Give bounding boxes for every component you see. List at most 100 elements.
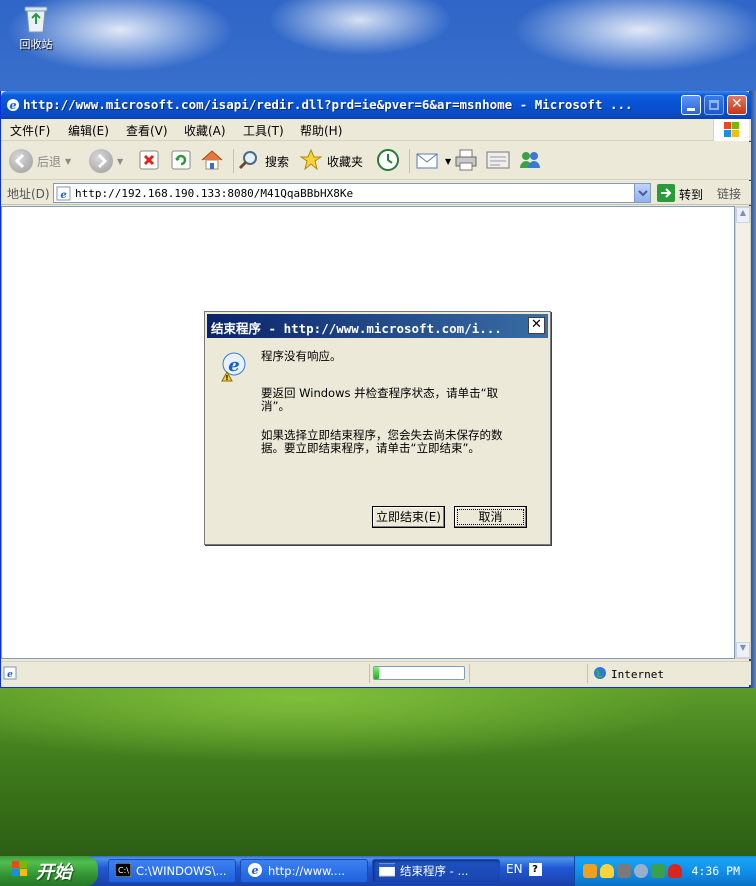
forward-button[interactable]: ▼: [89, 148, 123, 174]
start-button[interactable]: 开始: [0, 856, 98, 886]
dialog-message-line1: 程序没有响应。: [261, 349, 342, 363]
security-zone[interactable]: Internet: [593, 666, 664, 683]
toolbar-separator: [233, 148, 234, 174]
refresh-button[interactable]: [170, 148, 192, 174]
security-shield-icon[interactable]: [600, 864, 614, 878]
maximize-icon: [709, 100, 719, 110]
zone-label: Internet: [611, 668, 664, 681]
address-dropdown-button[interactable]: [634, 184, 650, 202]
printer-icon: [453, 148, 479, 175]
home-icon: [200, 148, 224, 175]
progress-bar: [373, 666, 465, 680]
scroll-down-icon[interactable]: ▼: [736, 642, 750, 658]
start-label: 开始: [36, 862, 72, 883]
sync-icon[interactable]: [651, 864, 665, 878]
window-icon: [378, 863, 396, 880]
forward-arrow-icon: [89, 149, 113, 173]
history-icon: [375, 147, 401, 176]
volume-icon[interactable]: [634, 864, 648, 878]
ie-icon: e: [5, 97, 21, 113]
menu-favorites[interactable]: 收藏(A): [184, 122, 226, 139]
recycle-bin-icon: [23, 4, 49, 34]
back-label: 后退: [37, 154, 62, 169]
page-icon: e: [56, 186, 71, 201]
help-icon[interactable]: ?: [528, 862, 542, 876]
recycle-bin-shortcut[interactable]: 回收站: [14, 4, 58, 52]
ie-warning-icon: e!: [219, 350, 249, 382]
language-label: EN: [506, 862, 523, 876]
messenger-icon: [517, 148, 543, 175]
desktop-wallpaper-hill: [0, 688, 756, 858]
address-url: http://192.168.190.133:8080/M41QqaBBbHX8…: [75, 187, 354, 200]
favorites-button[interactable]: 收藏夹: [299, 148, 363, 174]
clock[interactable]: 4:36 PM: [692, 864, 740, 878]
task-end-program[interactable]: 结束程序 - ...: [372, 859, 500, 883]
edit-document-icon: [485, 148, 511, 175]
menu-help[interactable]: 帮助(H): [300, 122, 342, 139]
svg-text:e: e: [252, 864, 259, 877]
search-icon: [237, 148, 261, 175]
task-ie-label: http://www....: [268, 864, 346, 878]
favorites-label: 收藏夹: [327, 154, 364, 169]
minimize-icon: [687, 108, 695, 111]
windows-flag-icon: [10, 859, 30, 884]
maximize-button[interactable]: [704, 95, 724, 115]
home-button[interactable]: [200, 148, 224, 174]
menu-bar: 文件(F) 编辑(E) 查看(V) 收藏(A) 工具(T) 帮助(H): [1, 119, 751, 141]
svg-text:e: e: [7, 670, 13, 680]
status-divider: [587, 664, 588, 683]
window-titlebar[interactable]: e http://www.microsoft.com/isapi/redir.d…: [1, 91, 751, 119]
svg-text:C:\: C:\: [118, 866, 129, 875]
scroll-up-icon[interactable]: ▲: [736, 207, 750, 223]
progress-fill: [374, 667, 379, 679]
windows-logo-icon: [713, 119, 749, 141]
address-input[interactable]: e http://192.168.190.133:8080/M41QqaBBbH…: [53, 183, 651, 203]
svg-text:e: e: [60, 190, 66, 201]
dialog-close-button[interactable]: ✕: [528, 317, 545, 334]
vmware-icon[interactable]: [617, 864, 631, 878]
forward-dropdown-icon: ▼: [117, 156, 124, 166]
stop-icon: [138, 149, 160, 174]
links-button[interactable]: 链接: [717, 185, 741, 202]
network-icon[interactable]: [583, 864, 597, 878]
edit-button[interactable]: [485, 148, 511, 174]
system-tray: 4:36 PM: [574, 856, 756, 886]
search-button[interactable]: 搜索: [237, 148, 289, 174]
language-bar[interactable]: EN ?: [506, 862, 542, 876]
standard-toolbar: 后退 ▼ ▼ 搜索 收藏夹 ▼: [1, 142, 751, 180]
task-ie[interactable]: e http://www....: [240, 859, 368, 883]
cmd-icon: C:\: [114, 862, 132, 880]
messenger-button[interactable]: [517, 148, 543, 174]
end-now-button[interactable]: 立即结束(E): [372, 506, 445, 528]
mail-button[interactable]: ▼: [415, 148, 451, 174]
menu-view[interactable]: 查看(V): [126, 122, 168, 139]
print-button[interactable]: [453, 148, 479, 174]
mail-dropdown-icon: ▼: [445, 156, 452, 166]
back-arrow-icon: [9, 149, 33, 173]
menu-file[interactable]: 文件(F): [10, 122, 50, 139]
go-label: 转到: [679, 188, 704, 202]
stop-button[interactable]: [138, 148, 160, 174]
status-divider: [369, 664, 370, 683]
cancel-button[interactable]: 取消: [454, 506, 527, 528]
search-label: 搜索: [265, 154, 290, 169]
go-arrow-icon: [657, 184, 675, 205]
vertical-scrollbar[interactable]: ▲ ▼: [735, 206, 751, 659]
menu-edit[interactable]: 编辑(E): [68, 122, 109, 139]
svg-text:!: !: [225, 374, 228, 382]
end-program-dialog: 结束程序 - http://www.microsoft.com/i... ✕ e…: [204, 311, 551, 545]
history-button[interactable]: [375, 148, 401, 174]
recycle-bin-label: 回收站: [19, 38, 53, 51]
go-button[interactable]: 转到: [657, 184, 703, 205]
alert-shield-icon[interactable]: [668, 864, 682, 878]
back-button[interactable]: 后退 ▼: [9, 148, 71, 174]
dialog-title: 结束程序 - http://www.microsoft.com/i...: [211, 321, 502, 336]
menu-tools[interactable]: 工具(T): [243, 122, 284, 139]
task-cmd[interactable]: C:\ C:\WINDOWS\...: [108, 859, 236, 883]
dialog-titlebar[interactable]: 结束程序 - http://www.microsoft.com/i... ✕: [207, 314, 548, 338]
globe-icon: [593, 666, 607, 683]
minimize-button[interactable]: [681, 95, 701, 115]
status-divider: [469, 664, 470, 683]
status-bar: e Internet: [1, 661, 751, 685]
close-button[interactable]: ✕: [727, 95, 747, 115]
